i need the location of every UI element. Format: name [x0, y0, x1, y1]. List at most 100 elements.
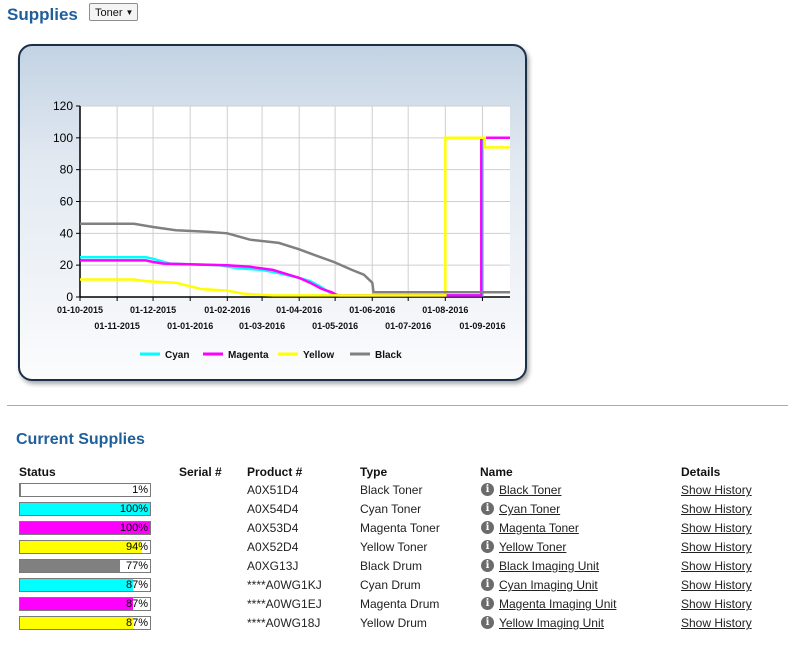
page-title: Supplies — [7, 5, 78, 24]
info-icon[interactable]: i — [481, 597, 494, 610]
legend-label: Black — [375, 350, 402, 361]
x-tick-label: 01-10-2015 — [57, 305, 103, 315]
table-row: 87% ****A0WG1EJ Magenta Drum i Magenta Imagi… — [0, 595, 800, 614]
legend-label: Yellow — [303, 350, 334, 361]
x-tick-label: 01-09-2016 — [459, 321, 505, 331]
y-tick-label: 120 — [53, 99, 73, 113]
show-history-link[interactable]: Show History — [681, 597, 752, 611]
level-bar-fill — [20, 560, 121, 572]
level-bar: 87% — [19, 616, 151, 630]
supply-name-link[interactable]: Cyan Imaging Unit — [499, 578, 598, 592]
type-cell: Yellow Drum — [360, 616, 427, 630]
header-type: Type — [360, 465, 388, 479]
header-details: Details — [681, 465, 721, 479]
table-row: 87% ****A0WG1KJ Cyan Drum i Cyan Imaging Uni… — [0, 576, 800, 595]
select-value: Toner — [95, 7, 123, 19]
y-tick-label: 40 — [60, 226, 74, 240]
info-icon[interactable]: i — [481, 616, 494, 629]
level-percent: 100% — [119, 522, 148, 534]
product-cell: A0X51D4 — [247, 483, 299, 497]
x-tick-label: 01-06-2016 — [349, 305, 395, 315]
type-cell: Cyan Drum — [360, 578, 421, 592]
x-tick-label: 01-11-2015 — [94, 321, 140, 331]
supply-name-link[interactable]: Yellow Toner — [499, 540, 566, 554]
level-bar: 87% — [19, 578, 151, 592]
type-cell: Magenta Drum — [360, 597, 440, 611]
x-tick-label: 01-03-2016 — [239, 321, 285, 331]
level-percent: 77% — [125, 560, 148, 572]
type-cell: Magenta Toner — [360, 521, 440, 535]
x-tick-label: 01-05-2016 — [312, 321, 358, 331]
level-bar: 94% — [19, 540, 151, 554]
info-icon[interactable]: i — [481, 540, 494, 553]
section-divider — [7, 405, 788, 406]
type-cell: Yellow Toner — [360, 540, 428, 554]
show-history-link[interactable]: Show History — [681, 502, 752, 516]
show-history-link[interactable]: Show History — [681, 616, 752, 630]
show-history-link[interactable]: Show History — [681, 578, 752, 592]
header-status: Status — [19, 465, 56, 479]
supply-name-link[interactable]: Magenta Toner — [499, 521, 579, 535]
level-percent: 87% — [125, 617, 148, 629]
product-cell: A0X52D4 — [247, 540, 299, 554]
x-tick-label: 01-04-2016 — [276, 305, 322, 315]
supplies-history-chart: 0 20 40 60 80 100 120 01-10-2015 01-12-2015 01-02… — [18, 44, 527, 381]
y-tick-label: 60 — [60, 195, 74, 209]
y-tick-label: 80 — [60, 163, 74, 177]
legend-label: Magenta — [228, 350, 269, 361]
level-percent: 94% — [125, 541, 148, 553]
supply-name-link[interactable]: Black Toner — [499, 483, 561, 497]
supply-name-link[interactable]: Cyan Toner — [499, 502, 560, 516]
level-percent: 87% — [125, 579, 148, 591]
level-bar: 100% — [19, 521, 151, 535]
show-history-link[interactable]: Show History — [681, 559, 752, 573]
product-cell: ****A0WG18J — [247, 616, 321, 630]
level-bar-fill — [20, 541, 143, 553]
supply-name-link[interactable]: Magenta Imaging Unit — [499, 597, 616, 611]
y-tick-label: 0 — [66, 290, 73, 304]
table-row: 100% A0X53D4 Magenta Toner i Magenta Toner Sh… — [0, 519, 800, 538]
supply-name-link[interactable]: Yellow Imaging Unit — [499, 616, 604, 630]
supply-name-link[interactable]: Black Imaging Unit — [499, 559, 599, 573]
chevron-down-icon: ▼ — [125, 8, 134, 17]
level-bar-fill — [20, 484, 22, 496]
info-icon[interactable]: i — [481, 521, 494, 534]
y-tick-label: 20 — [60, 258, 74, 272]
level-percent: 100% — [119, 503, 148, 515]
type-cell: Black Drum — [360, 559, 423, 573]
header-serial: Serial # — [179, 465, 222, 479]
y-tick-label: 100 — [53, 131, 73, 145]
table-row: 94% A0X52D4 Yellow Toner i Yellow Toner Show … — [0, 538, 800, 557]
product-cell: A0X54D4 — [247, 502, 299, 516]
product-cell: ****A0WG1EJ — [247, 597, 322, 611]
level-bar: 1% — [19, 483, 151, 497]
header-name: Name — [480, 465, 513, 479]
product-cell: A0X53D4 — [247, 521, 299, 535]
table-row: 1% A0X51D4 Black Toner i Black Toner Show His… — [0, 481, 800, 500]
show-history-link[interactable]: Show History — [681, 540, 752, 554]
level-bar: 100% — [19, 502, 151, 516]
x-tick-label: 01-12-2015 — [130, 305, 176, 315]
header-product: Product # — [247, 465, 303, 479]
x-tick-label: 01-02-2016 — [204, 305, 250, 315]
product-cell: A0XG13J — [247, 559, 299, 573]
show-history-link[interactable]: Show History — [681, 483, 752, 497]
level-bar-fill — [20, 579, 134, 591]
x-tick-label: 01-01-2016 — [167, 321, 213, 331]
current-supplies-title: Current Supplies — [16, 431, 145, 448]
table-row: 100% A0X54D4 Cyan Toner i Cyan Toner Show His… — [0, 500, 800, 519]
info-icon[interactable]: i — [481, 578, 494, 591]
product-cell: ****A0WG1KJ — [247, 578, 322, 592]
level-percent: 87% — [125, 598, 148, 610]
info-icon[interactable]: i — [481, 502, 494, 515]
level-bar: 77% — [19, 559, 151, 573]
show-history-link[interactable]: Show History — [681, 521, 752, 535]
x-tick-label: 01-07-2016 — [385, 321, 431, 331]
x-tick-label: 01-08-2016 — [422, 305, 468, 315]
level-bar-fill — [20, 617, 134, 629]
legend-label: Cyan — [165, 350, 189, 361]
supply-type-select[interactable]: Toner ▼ — [89, 3, 139, 21]
info-icon[interactable]: i — [481, 483, 494, 496]
table-row: 77% A0XG13J Black Drum i Black Imaging Unit S… — [0, 557, 800, 576]
info-icon[interactable]: i — [481, 559, 494, 572]
